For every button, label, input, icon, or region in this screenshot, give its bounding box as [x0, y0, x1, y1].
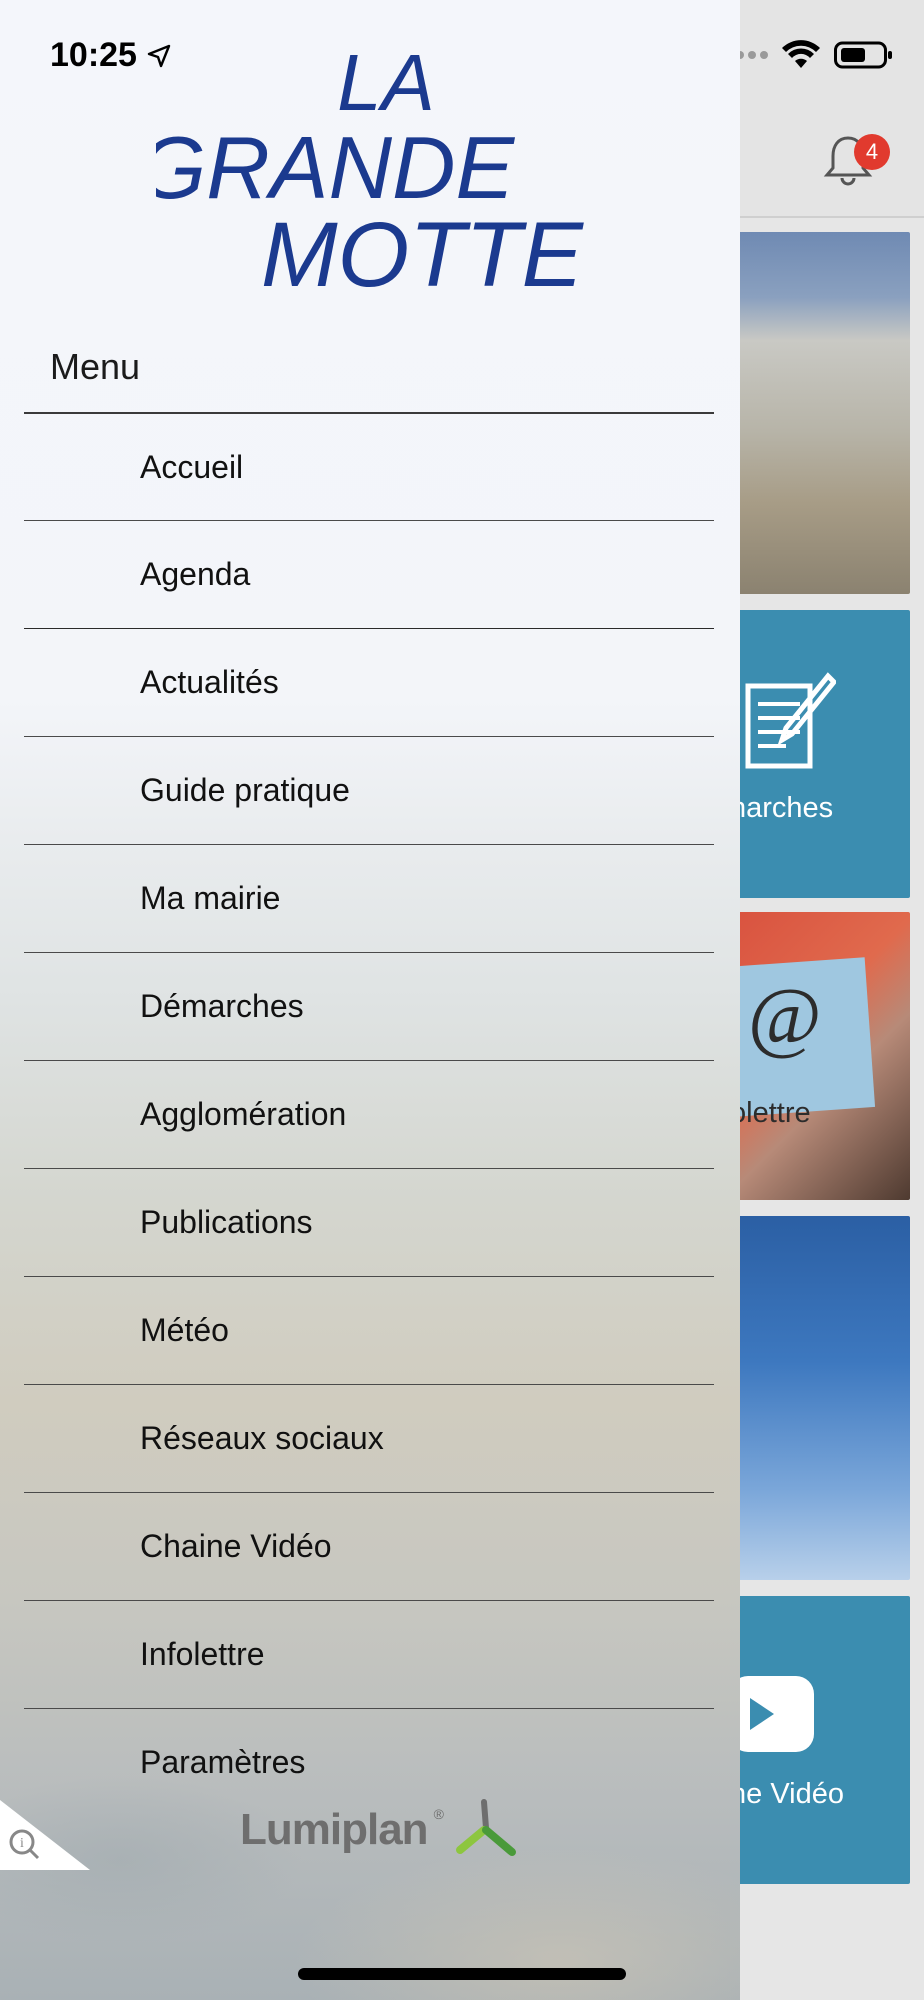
menu-item-label: Réseaux sociaux [140, 1420, 384, 1456]
tile-video-label: ne Vidéo [730, 1778, 844, 1810]
tile-demarches[interactable]: narches [730, 610, 910, 898]
navigation-drawer: 10:25 LA GRANDE MOTTE Menu Accueil Agend… [0, 0, 740, 2000]
menu-item-label: Agglomération [140, 1096, 347, 1132]
home-indicator[interactable] [298, 1968, 626, 1980]
menu-item-agglomeration[interactable]: Agglomération [24, 1060, 714, 1168]
menu-item-label: Actualités [140, 664, 279, 700]
wifi-icon [782, 40, 820, 68]
status-indicators [724, 40, 894, 70]
menu-item-label: Guide pratique [140, 772, 350, 808]
menu-item-accueil[interactable]: Accueil [24, 412, 714, 520]
menu-list: Accueil Agenda Actualités Guide pratique… [24, 412, 714, 1816]
notification-badge: 4 [854, 134, 890, 170]
document-pen-icon [745, 672, 836, 769]
menu-item-chaine-video[interactable]: Chaine Vidéo [24, 1492, 714, 1600]
la-grande-motte-logo: LA GRANDE MOTTE [156, 40, 585, 290]
menu-item-label: Paramètres [140, 1744, 306, 1780]
tile-demarches-label: narches [730, 792, 834, 824]
tile-beach-photo[interactable] [730, 232, 910, 594]
tile-sky-photo[interactable] [730, 1216, 910, 1580]
tile-chaine-video[interactable]: ne Vidéo [730, 1596, 910, 1884]
svg-text:i: i [20, 1836, 24, 1851]
menu-item-guide-pratique[interactable]: Guide pratique [24, 736, 714, 844]
menu-item-label: Infolettre [140, 1636, 265, 1672]
registered-mark: ® [433, 1806, 444, 1822]
menu-item-label: Publications [140, 1204, 313, 1240]
menu-item-ma-mairie[interactable]: Ma mairie [24, 844, 714, 952]
svg-text:MOTTE: MOTTE [261, 204, 585, 290]
info-search-icon[interactable]: i [0, 1800, 90, 1870]
menu-item-label: Météo [140, 1312, 229, 1348]
lumiplan-logo: Lumiplan ® [240, 1798, 520, 1862]
menu-item-label: Démarches [140, 988, 304, 1024]
menu-item-label: Chaine Vidéo [140, 1528, 332, 1564]
menu-item-agenda[interactable]: Agenda [24, 520, 714, 628]
battery-icon [834, 41, 892, 69]
menu-item-actualites[interactable]: Actualités [24, 628, 714, 736]
menu-item-meteo[interactable]: Météo [24, 1276, 714, 1384]
at-sign-icon: @ [748, 973, 822, 1061]
tile-infolettre[interactable]: @ olettre [730, 912, 910, 1200]
clock-text: 10:25 [50, 36, 137, 74]
menu-heading: Menu [50, 346, 141, 387]
svg-text:LA: LA [337, 40, 435, 127]
play-video-icon [730, 1676, 814, 1752]
menu-item-label: Ma mairie [140, 880, 281, 916]
menu-item-demarches[interactable]: Démarches [24, 952, 714, 1060]
tile-infolettre-label: olettre [730, 1097, 811, 1129]
menu-item-label: Accueil [140, 448, 244, 485]
lumiplan-wordmark: Lumiplan [240, 1805, 429, 1854]
svg-text:GRANDE: GRANDE [156, 118, 516, 217]
menu-item-publications[interactable]: Publications [24, 1168, 714, 1276]
lumiplan-symbol-icon [455, 1799, 516, 1856]
menu-item-reseaux-sociaux[interactable]: Réseaux sociaux [24, 1384, 714, 1492]
menu-item-infolettre[interactable]: Infolettre [24, 1600, 714, 1708]
status-time: 10:25 [50, 36, 171, 75]
menu-item-label: Agenda [140, 556, 251, 592]
